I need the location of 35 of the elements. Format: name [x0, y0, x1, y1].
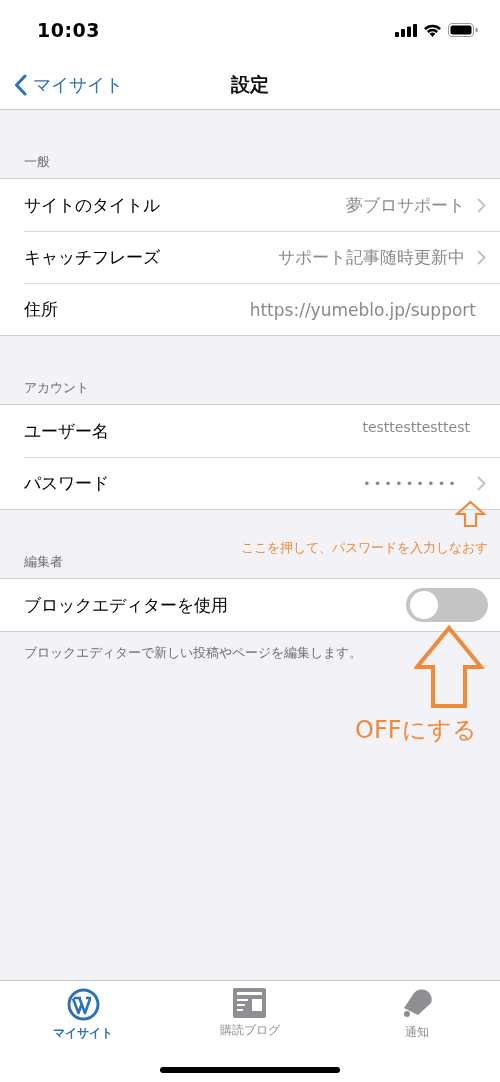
row-label: サイトのタイトル [24, 193, 161, 217]
tab-bar-item[interactable]: 通知 [400, 988, 433, 1042]
section-footer: ブロックエディターで新しい投稿やページを編集します。 [0, 632, 500, 674]
section-header: 一般 [24, 153, 50, 170]
row-value: サポート記事随時更新中 [278, 246, 465, 269]
back-button[interactable]: マイサイト [0, 72, 123, 97]
row-label: キャッチフレーズ [24, 246, 161, 269]
row-label: パスワード [24, 472, 110, 495]
signal-icon [395, 23, 417, 37]
back-chevron-icon [14, 73, 27, 96]
arrow-icon [455, 500, 486, 528]
row-label: 住所 [24, 298, 59, 321]
row-label: ユーザー名 [24, 419, 110, 443]
wordpress-logo-icon [66, 988, 100, 1021]
screen-title: 設定 [231, 71, 269, 97]
annotation-text: ここを押して、パスワードを入力しなおす [241, 540, 488, 557]
row-value: https://yumeblo.jp/support [249, 299, 476, 320]
row-value: 夢ブロサポート [346, 193, 465, 217]
chevron-icon[interactable] [477, 250, 486, 265]
row-label: ブロックエディターを使用 [24, 593, 229, 617]
chevron-icon[interactable] [477, 476, 486, 491]
arrow-icon [414, 625, 484, 709]
annotation-text: OFFにする [355, 715, 477, 746]
newspaper-icon [233, 988, 267, 1018]
battery-icon [448, 23, 478, 37]
chevron-icon[interactable] [477, 197, 486, 213]
section-header: 編集者 [24, 553, 63, 570]
wifi-icon [423, 23, 442, 37]
row-value: testtesttesttest [362, 419, 470, 435]
section-header: アカウント [24, 379, 89, 396]
tab-bar-item[interactable]: マイサイト [53, 988, 114, 1042]
tab-bar-item[interactable]: 購読ブログ [220, 988, 280, 1042]
status-time: 10:03 [37, 19, 100, 41]
toggle-switch[interactable] [406, 588, 488, 622]
password-dots: ••••••••• [363, 476, 459, 491]
